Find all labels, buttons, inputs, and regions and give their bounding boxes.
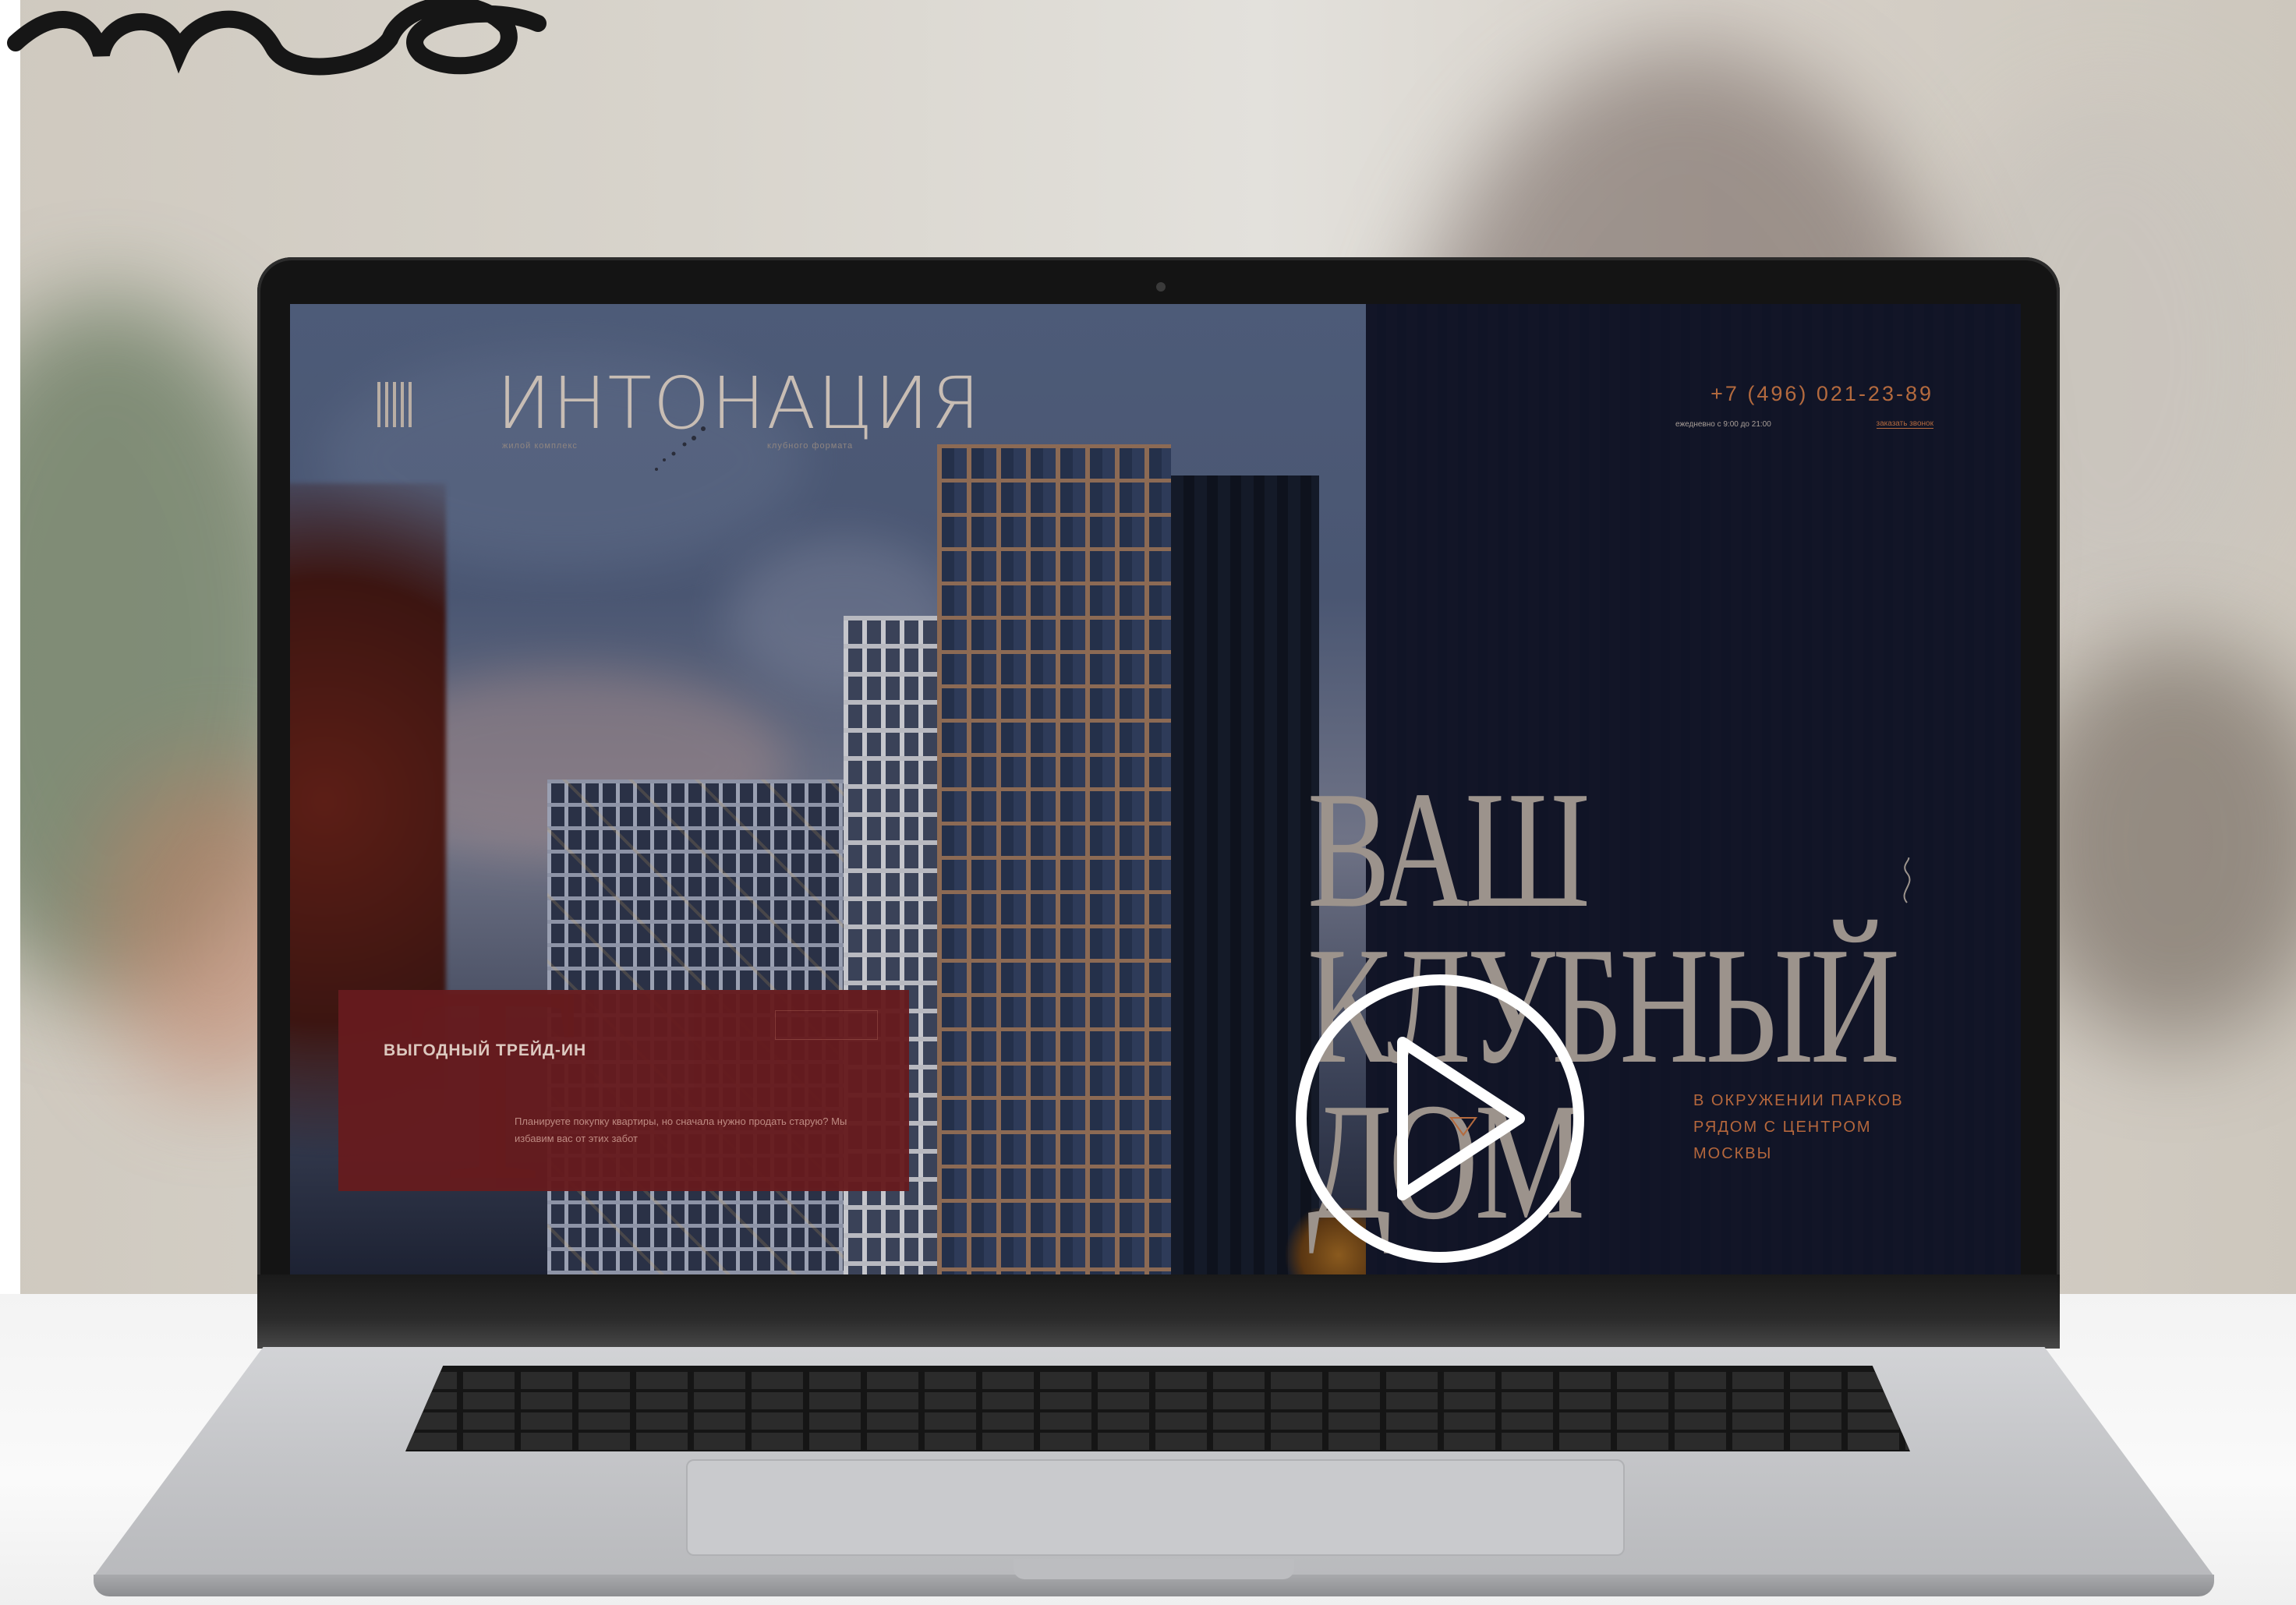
key-row [405, 1433, 1910, 1450]
laptop-screen: ИНТОНАЦИЯ жилой комплекс клубного формат… [290, 304, 2021, 1274]
key-row [405, 1372, 1910, 1389]
trade-in-text: Планируете покупку квартиры, но сначала … [515, 1115, 847, 1144]
key-row [405, 1412, 1910, 1430]
key-row [405, 1392, 1910, 1409]
scribble-decoration [7, 0, 547, 76]
trade-in-ghost-badge [775, 1010, 878, 1040]
laptop-keyboard [405, 1366, 1910, 1451]
left-edge [0, 0, 20, 1294]
callback-link[interactable]: заказать звонок [1876, 419, 1933, 429]
working-hours: ежедневно с 9:00 до 21:00 [1675, 420, 1771, 429]
hero-tagline: В ОКРУЖЕНИИ ПАРКОВ РЯДОМ С ЦЕНТРОМ МОСКВ… [1693, 1092, 1904, 1162]
brand-logo[interactable]: ИНТОНАЦИЯ [497, 368, 982, 440]
brand-subtitle-right: клубного формата [767, 441, 854, 451]
headline-line-1: ВАШ [1307, 756, 1590, 942]
building-tower [937, 444, 1171, 1274]
laptop-hinge [257, 1274, 2060, 1349]
laptop-trackpad [686, 1459, 1625, 1556]
steam-icon [1903, 857, 1911, 903]
play-circle-icon[interactable] [1292, 970, 1588, 1267]
laptop-notch [1014, 1559, 1294, 1579]
trade-in-title: ВЫГОДНЫЙ ТРЕЙД-ИН [384, 1041, 587, 1059]
brand-subtitle-left: жилой комплекс [502, 441, 578, 451]
phone-number[interactable]: +7 (496) 021-23-89 [1711, 382, 1933, 406]
birds-decoration [655, 426, 706, 471]
camera-dot [1156, 282, 1166, 292]
menu-lines-icon[interactable] [377, 382, 415, 427]
trade-in-card[interactable]: ВЫГОДНЫЙ ТРЕЙД-ИН Планируете покупку ква… [338, 990, 909, 1191]
